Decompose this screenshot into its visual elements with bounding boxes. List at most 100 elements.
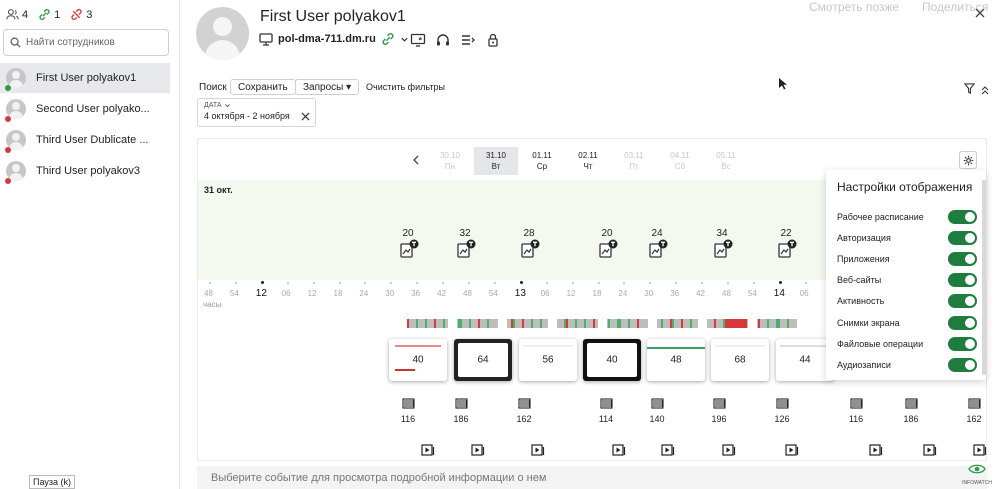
day-tab[interactable]: 03.11 Пт [612, 147, 656, 175]
activity-bar[interactable] [557, 319, 598, 328]
activity-bar[interactable] [757, 319, 797, 328]
audio-record-icon[interactable] [722, 443, 736, 457]
screenshot-thumbnail[interactable]: 40 [583, 339, 641, 381]
computer-selector[interactable]: pol-dma-711.dm.ru [259, 32, 409, 46]
setting-websites[interactable]: Веб-сайты [837, 272, 977, 288]
app-event-icon[interactable] [778, 239, 797, 258]
hour-tick [234, 282, 237, 284]
watch-later-link[interactable]: Смотреть позже [809, 0, 899, 14]
hours-label: часы [203, 300, 222, 309]
app-event-icon[interactable] [521, 239, 540, 258]
audio-monitor-button[interactable] [433, 30, 453, 50]
app-event-icon[interactable] [714, 239, 733, 258]
vertical-scrollbar[interactable] [982, 180, 986, 375]
audio-record-icon[interactable] [973, 443, 987, 457]
file-operation-item[interactable]: 114 [594, 398, 618, 424]
day-tab[interactable]: 04.11 Сб [658, 147, 702, 175]
hour-tick [493, 282, 496, 284]
file-operation-item[interactable]: 196 [707, 398, 731, 424]
activity-bar[interactable] [607, 319, 648, 328]
file-operation-item[interactable]: 126 [770, 398, 794, 424]
file-operation-item[interactable]: 116 [844, 398, 868, 424]
activity-bar[interactable] [457, 319, 498, 328]
day-tab[interactable]: 05.11 Вс [704, 147, 748, 175]
file-operation-item[interactable]: 140 [645, 398, 669, 424]
setting-screenshots[interactable]: Снимки экрана [837, 315, 977, 331]
setting-activity[interactable]: Активность [837, 293, 977, 309]
hour-tick [545, 282, 548, 284]
app-event-icon[interactable] [457, 239, 476, 258]
queries-dropdown[interactable]: Запросы ▾ [295, 79, 360, 95]
collapse-button[interactable] [980, 82, 990, 95]
offline-counter[interactable]: 3 [70, 8, 92, 21]
app-event-count: 22 [780, 228, 792, 239]
activity-bar[interactable] [657, 319, 698, 328]
user-list-item[interactable]: Third User polyakov3 [0, 156, 170, 186]
save-button[interactable]: Сохранить [230, 79, 296, 95]
remove-filter-button[interactable] [301, 108, 311, 121]
remote-view-button[interactable] [408, 30, 428, 50]
activity-bar[interactable] [407, 319, 448, 328]
clear-filters-link[interactable]: Очистить фильтры [366, 82, 445, 92]
activity-bar[interactable] [707, 319, 748, 328]
audio-record-icon[interactable] [421, 443, 435, 457]
user-name: Third User polyakov3 [36, 165, 140, 177]
setting-work-schedule[interactable]: Рабочее расписание [837, 209, 977, 225]
user-list-item[interactable]: Second User polyako... [0, 94, 170, 124]
file-operation-count: 186 [453, 414, 469, 424]
close-button[interactable] [974, 6, 986, 18]
setting-applications[interactable]: Приложения [837, 251, 977, 267]
online-counter[interactable]: 1 [38, 8, 60, 21]
toggle-switch[interactable] [948, 337, 977, 351]
app-event-icon[interactable] [649, 239, 668, 258]
user-avatar-large [196, 7, 249, 60]
file-operation-item[interactable]: 186 [449, 398, 473, 424]
day-tab[interactable]: 02.11 Чт [566, 147, 610, 175]
filter-button[interactable] [963, 81, 976, 94]
audio-record-icon[interactable] [785, 443, 799, 457]
screenshot-thumbnail[interactable]: 68 [711, 339, 769, 381]
day-date: 02.11 [578, 151, 598, 160]
app-event-icon[interactable] [400, 239, 419, 258]
audio-record-icon[interactable] [661, 443, 675, 457]
date-filter-label: ДАТА [204, 102, 222, 109]
display-settings-button[interactable] [959, 151, 977, 169]
date-filter-chip[interactable]: ДАТА 4 октября - 2 ноября [197, 98, 316, 127]
toggle-switch[interactable] [948, 252, 977, 266]
prev-days-button[interactable] [412, 152, 422, 165]
screenshot-thumbnail[interactable]: 40 [389, 339, 447, 381]
day-tab[interactable]: 30.10 Пн [428, 147, 472, 175]
audio-record-icon[interactable] [612, 443, 626, 457]
audio-record-icon[interactable] [923, 443, 937, 457]
toggle-switch[interactable] [948, 294, 977, 308]
lock-button[interactable] [483, 30, 503, 50]
app-event-icon[interactable] [599, 239, 618, 258]
audio-record-icon[interactable] [471, 443, 485, 457]
screenshot-thumbnail[interactable]: 48 [647, 339, 705, 381]
screenshot-thumbnail[interactable]: 56 [519, 339, 577, 381]
file-operation-item[interactable]: 162 [962, 398, 986, 424]
day-tab[interactable]: 01.11 Ср [520, 147, 564, 175]
task-list-button[interactable] [458, 30, 478, 50]
user-list-item[interactable]: Third User Dublicate ... [0, 125, 170, 155]
file-operation-item[interactable]: 186 [899, 398, 923, 424]
activity-bar[interactable] [507, 319, 548, 328]
toggle-switch[interactable] [948, 231, 977, 245]
setting-audio[interactable]: Аудиозаписи [837, 357, 977, 373]
users-counter[interactable]: 4 [6, 8, 28, 21]
file-operation-item[interactable]: 116 [396, 398, 420, 424]
setting-authorization[interactable]: Авторизация [837, 230, 977, 246]
toggle-switch[interactable] [948, 210, 977, 224]
audio-record-icon[interactable] [531, 443, 545, 457]
setting-file-operations[interactable]: Файловые операции [837, 336, 977, 352]
file-operation-item[interactable]: 162 [512, 398, 536, 424]
employee-search-input[interactable]: Найти сотрудников [3, 29, 169, 56]
toggle-switch[interactable] [948, 358, 977, 372]
audio-record-icon[interactable] [869, 443, 883, 457]
toggle-switch[interactable] [948, 273, 977, 287]
day-label: 31 окт. [204, 185, 233, 195]
toggle-switch[interactable] [948, 316, 977, 330]
screenshot-thumbnail[interactable]: 64 [454, 339, 512, 381]
day-tab[interactable]: 31.10 Вт [474, 147, 518, 175]
user-list-item[interactable]: First User polyakov1 [0, 63, 170, 93]
